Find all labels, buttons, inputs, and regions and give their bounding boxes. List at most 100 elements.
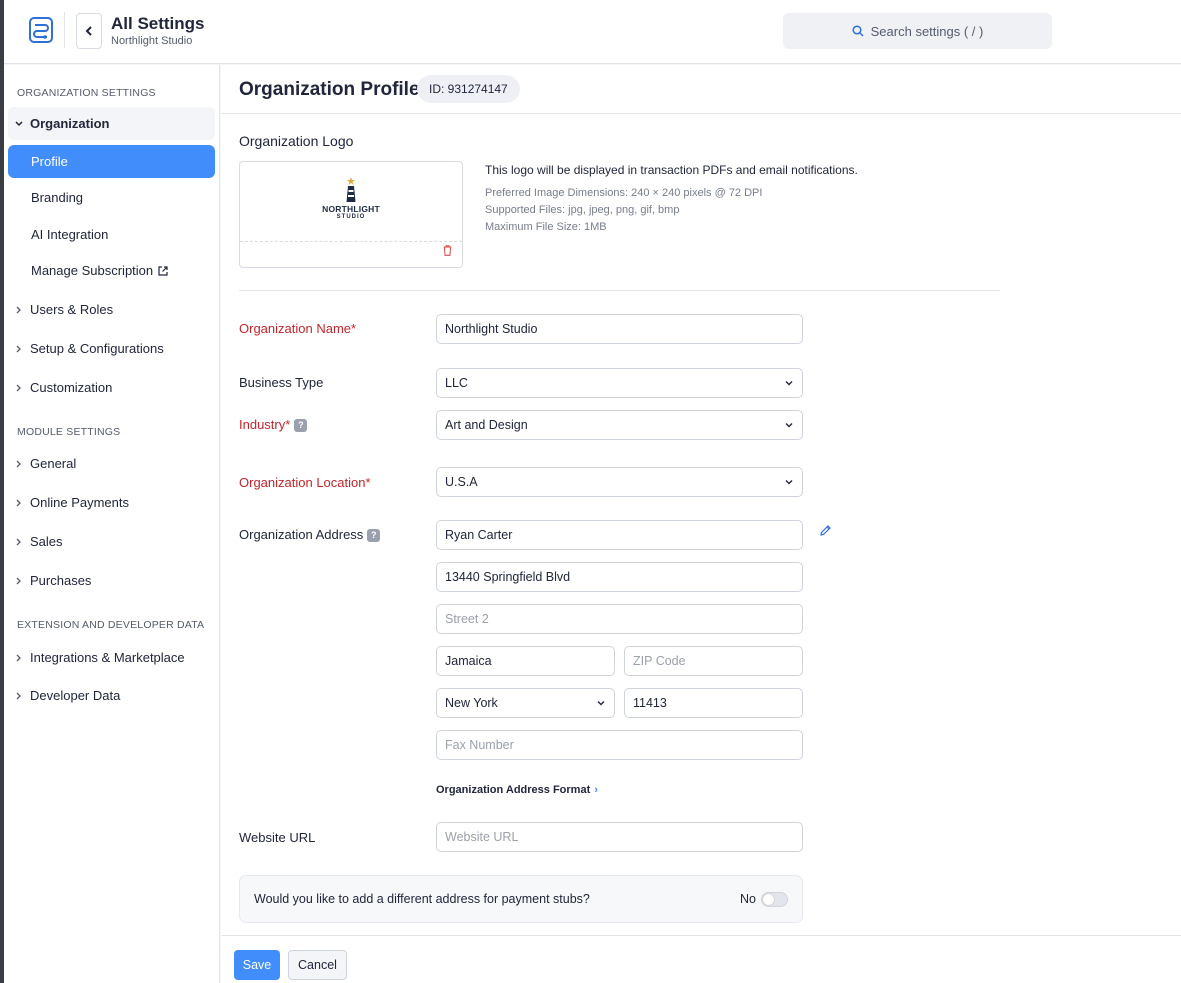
org-name-value: Northlight Studio	[445, 322, 538, 336]
industry-label-text: Industry*	[239, 417, 291, 432]
sidebar-item-general[interactable]: General	[8, 447, 215, 480]
sidebar-item-label: Customization	[30, 380, 113, 395]
address-format-link[interactable]: Organization Address Format ›	[436, 784, 598, 796]
chevron-down-icon	[597, 701, 605, 706]
chevron-right-icon	[8, 345, 30, 353]
chevron-down-icon	[785, 381, 793, 386]
org-location-select[interactable]: U.S.A	[436, 467, 803, 497]
chevron-down-icon	[785, 480, 793, 485]
sidebar-item-manage-subscription[interactable]: Manage Subscription	[8, 254, 215, 287]
settings-sidebar: ORGANIZATION SETTINGS Organization Profi…	[4, 65, 220, 983]
delete-logo-icon[interactable]	[443, 244, 452, 259]
website-url-label: Website URL	[239, 830, 316, 845]
header-divider	[64, 12, 65, 48]
search-icon	[852, 25, 864, 37]
payment-stub-question: Would you like to add a different addres…	[254, 892, 590, 906]
app-logo-icon[interactable]	[28, 16, 54, 44]
address-state-value: New York	[445, 696, 498, 710]
form-footer: Save Cancel	[221, 935, 1181, 983]
sidebar-item-label: Branding	[31, 190, 84, 205]
logo-upload-box[interactable]: NORTHLIGHT STUDIO	[239, 161, 463, 268]
toggle-knob	[763, 894, 774, 905]
address-zip-placeholder: ZIP Code	[633, 654, 686, 668]
address-zip-input[interactable]: 11413	[624, 688, 803, 718]
sidebar-item-label: Manage Subscription	[31, 263, 154, 278]
sidebar-item-setup-configurations[interactable]: Setup & Configurations	[8, 332, 215, 365]
payment-stub-box: Would you like to add a different addres…	[239, 875, 803, 923]
chevron-right-icon	[8, 538, 30, 546]
top-header: All Settings Northlight Studio Search se…	[4, 0, 1181, 64]
sidebar-item-label: Users & Roles	[30, 302, 114, 317]
back-button[interactable]	[76, 13, 102, 49]
organization-id-badge: ID: 931274147	[417, 75, 520, 103]
business-type-value: LLC	[445, 376, 468, 390]
sidebar-item-label: Online Payments	[30, 495, 129, 510]
sidebar-item-branding[interactable]: Branding	[8, 181, 215, 214]
address-fax-input[interactable]: Fax Number	[436, 730, 803, 760]
sidebar-item-label: Developer Data	[30, 688, 121, 703]
section-divider	[239, 290, 1000, 291]
address-fax-placeholder: Fax Number	[445, 738, 514, 752]
payment-stub-toggle[interactable]	[761, 892, 788, 907]
section-title-module-settings: MODULE SETTINGS	[17, 426, 121, 438]
page-title: Organization Profile	[239, 79, 420, 100]
logo-file-types: Supported Files: jpg, jpeg, png, gif, bm…	[485, 204, 680, 216]
industry-label: Industry*?	[239, 417, 308, 433]
sidebar-item-label: Sales	[30, 534, 63, 549]
logo-section-label: Organization Logo	[239, 133, 354, 149]
section-title-organization-settings: ORGANIZATION SETTINGS	[17, 87, 156, 99]
sidebar-item-users-roles[interactable]: Users & Roles	[8, 293, 215, 326]
business-type-select[interactable]: LLC	[436, 368, 803, 398]
org-location-label: Organization Location*	[239, 475, 371, 490]
industry-select[interactable]: Art and Design	[436, 410, 803, 440]
chevron-right-icon	[8, 499, 30, 507]
main-content: Organization Profile ID: 931274147 Organ…	[221, 65, 1181, 983]
logo-description: This logo will be displayed in transacti…	[485, 163, 858, 177]
sidebar-item-label: AI Integration	[31, 227, 109, 242]
chevron-right-icon	[8, 692, 30, 700]
sidebar-item-developer-data[interactable]: Developer Data	[8, 679, 215, 712]
help-icon[interactable]: ?	[294, 419, 308, 433]
sidebar-item-profile[interactable]: Profile	[8, 145, 215, 178]
organization-logo-image: NORTHLIGHT STUDIO	[240, 176, 462, 221]
save-button[interactable]: Save	[234, 950, 280, 980]
sidebar-item-customization[interactable]: Customization	[8, 371, 215, 404]
search-settings[interactable]: Search settings ( / )	[783, 13, 1052, 49]
sidebar-item-sales[interactable]: Sales	[8, 525, 215, 558]
sidebar-item-integrations-marketplace[interactable]: Integrations & Marketplace	[8, 641, 215, 674]
logo-text-line1: NORTHLIGHT	[322, 204, 380, 214]
address-state-select[interactable]: New York	[436, 688, 615, 718]
org-address-label-text: Organization Address	[239, 527, 364, 542]
address-zip-value: 11413	[633, 696, 667, 710]
payment-stub-toggle-label: No	[740, 892, 756, 906]
chevron-right-icon	[8, 460, 30, 468]
address-zip-placeholder-input[interactable]: ZIP Code	[624, 646, 803, 676]
sidebar-item-organization[interactable]: Organization	[8, 107, 215, 140]
sidebar-item-online-payments[interactable]: Online Payments	[8, 486, 215, 519]
organization-subtitle: Northlight Studio	[111, 35, 193, 47]
address-city-input[interactable]: Jamaica	[436, 646, 615, 676]
chevron-right-icon	[8, 577, 30, 585]
chevron-down-icon	[8, 120, 30, 127]
address-street1-input[interactable]: 13440 Springfield Blvd	[436, 562, 803, 592]
address-attention-input[interactable]: Ryan Carter	[436, 520, 803, 550]
chevron-left-icon	[85, 26, 92, 36]
page-title-bar: Organization Profile ID: 931274147	[221, 65, 1181, 114]
edit-pencil-icon[interactable]	[819, 524, 832, 540]
sidebar-item-ai-integration[interactable]: AI Integration	[8, 218, 215, 251]
chevron-right-icon: ›	[594, 784, 598, 796]
logo-dimensions: Preferred Image Dimensions: 240 × 240 pi…	[485, 187, 763, 199]
help-icon[interactable]: ?	[367, 529, 381, 543]
address-street2-input[interactable]: Street 2	[436, 604, 803, 634]
cancel-button[interactable]: Cancel	[288, 950, 347, 980]
sidebar-item-label: Setup & Configurations	[30, 341, 164, 356]
org-location-value: U.S.A	[445, 475, 478, 489]
address-format-link-text: Organization Address Format	[436, 784, 591, 796]
address-street1-value: 13440 Springfield Blvd	[445, 570, 571, 584]
sidebar-item-label: Purchases	[30, 573, 92, 588]
sidebar-item-purchases[interactable]: Purchases	[8, 564, 215, 597]
sidebar-item-label: Organization	[30, 116, 110, 131]
org-name-input[interactable]: Northlight Studio	[436, 314, 803, 344]
search-placeholder: Search settings ( / )	[870, 23, 984, 39]
website-url-input[interactable]: Website URL	[436, 822, 803, 852]
